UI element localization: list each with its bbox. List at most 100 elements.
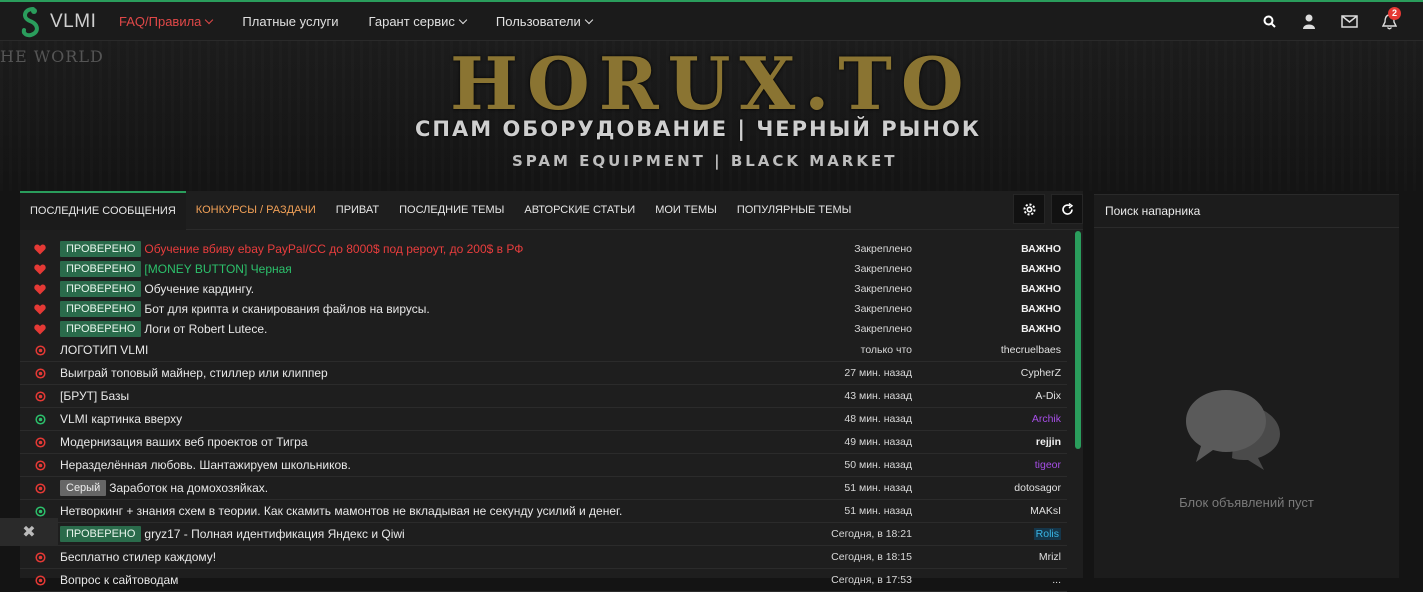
thread-title[interactable]: Выиграй топовый майнер, стиллер или клип…: [60, 366, 1067, 380]
prefix-tag[interactable]: ПРОВЕРЕНО: [60, 301, 142, 317]
thread-title[interactable]: Нетворкинг + знания схем в теории. Как с…: [60, 504, 1067, 518]
prefix-tag[interactable]: ПРОВЕРЕНО: [60, 241, 142, 257]
thread-row[interactable]: ЛОГОТИП VLMI только что thecruelbaes: [20, 339, 1067, 362]
thread-author[interactable]: dotosagor: [1014, 482, 1061, 494]
gear-icon: [1023, 203, 1035, 215]
thread-title[interactable]: Заработок на домохозяйках.: [109, 481, 1067, 495]
tab-4[interactable]: АВТОРСКИЕ СТАТЬИ: [514, 191, 645, 230]
thread-row[interactable]: Нетворкинг + знания схем в теории. Как с…: [20, 500, 1067, 523]
thread-row[interactable]: Вопрос к сайтоводам Сегодня, в 17:53...: [20, 569, 1067, 592]
settings-button[interactable]: [1013, 194, 1045, 224]
thread-title[interactable]: Обучение вбиву ebay PayPal/CC до 8000$ п…: [144, 242, 1067, 256]
thread-author[interactable]: A-Dix: [1035, 390, 1061, 402]
thread-title[interactable]: Модернизация ваших веб проектов от Тигра: [60, 435, 1067, 449]
tab-1[interactable]: КОНКУРСЫ / РАЗДАЧИ: [186, 191, 326, 230]
thread-author[interactable]: Archik: [1032, 413, 1061, 425]
thread-author[interactable]: ВАЖНО: [1021, 323, 1061, 335]
thread-author[interactable]: rejjin: [1036, 436, 1061, 448]
nav-item-label: FAQ/Правила: [119, 14, 202, 29]
thread-row[interactable]: ПРОВЕРЕНО Обучение кардингу. Закреплено ВАЖ…: [20, 279, 1067, 299]
site-banner: HE WORLD HORUX.TO СПАМ ОБОРУДОВАНИЕ | ЧЕ…: [0, 41, 1423, 191]
thread-author[interactable]: thecruelbaes: [1001, 344, 1061, 356]
thread-title[interactable]: VLMI картинка вверху: [60, 412, 1067, 426]
heart-icon: [20, 264, 60, 275]
thread-time: Закреплено: [854, 283, 912, 295]
prefix-tag[interactable]: ПРОВЕРЕНО: [60, 281, 142, 297]
thread-time: Сегодня, в 18:21: [831, 528, 912, 540]
thread-row[interactable]: ПРОВЕРЕНО Бот для крипта и сканирования ф…: [20, 299, 1067, 319]
thread-author[interactable]: Mrizl: [1039, 551, 1061, 563]
thread-time: Сегодня, в 17:53: [831, 574, 912, 586]
prefix-tag[interactable]: Серый: [60, 480, 107, 496]
thread-row[interactable]: VLMI картинка вверху 48 мин. назад Archik: [20, 408, 1067, 431]
site-logo[interactable]: VLMI: [18, 6, 96, 38]
main-nav: FAQ/Правила Платные услуги Гарант сервис По…: [119, 2, 622, 41]
thread-list-scrollbar[interactable]: [1075, 231, 1081, 449]
thread-time: 51 мин. назад: [844, 482, 912, 494]
thread-title[interactable]: Бот для крипта и сканирования файлов на …: [144, 302, 1067, 316]
snake-logo-icon: [21, 7, 39, 38]
thread-author[interactable]: tigeor: [1035, 459, 1061, 471]
thread-time: Закреплено: [854, 263, 912, 275]
thread-author[interactable]: ВАЖНО: [1021, 243, 1061, 255]
thread-row[interactable]: Выиграй топовый майнер, стиллер или клип…: [20, 362, 1067, 385]
unread-dot-icon: [20, 574, 60, 586]
thread-title[interactable]: Вопрос к сайтоводам: [60, 573, 1067, 587]
chevron-down-icon: [584, 15, 594, 25]
thread-author[interactable]: ВАЖНО: [1021, 263, 1061, 275]
thread-row[interactable]: Модернизация ваших веб проектов от Тигра…: [20, 431, 1067, 454]
thread-time: Закреплено: [854, 243, 912, 255]
thread-row[interactable]: Неразделённая любовь. Шантажируем школьн…: [20, 454, 1067, 477]
tab-3[interactable]: ПОСЛЕДНИЕ ТЕМЫ: [389, 191, 514, 230]
close-icon[interactable]: ✖: [0, 518, 58, 546]
search-icon[interactable]: [1249, 15, 1289, 28]
thread-title[interactable]: Бесплатно стилер каждому!: [60, 550, 1067, 564]
thread-title[interactable]: ЛОГОТИП VLMI: [60, 343, 1067, 357]
read-dot-icon: [20, 413, 60, 425]
sidebar-title: Поиск напарника: [1094, 195, 1399, 228]
bell-icon[interactable]: 2: [1369, 6, 1409, 30]
thread-author[interactable]: ...: [1052, 574, 1061, 586]
tab-2[interactable]: ПРИВАТ: [326, 191, 389, 230]
prefix-tag[interactable]: ПРОВЕРЕНО: [60, 526, 142, 542]
tab-5[interactable]: МОИ ТЕМЫ: [645, 191, 727, 230]
thread-title[interactable]: Неразделённая любовь. Шантажируем школьн…: [60, 458, 1067, 472]
tab-0[interactable]: ПОСЛЕДНИЕ СООБЩЕНИЯ: [20, 190, 186, 230]
tab-6[interactable]: ПОПУЛЯРНЫЕ ТЕМЫ: [727, 191, 862, 230]
nav-item-3[interactable]: Пользователи: [496, 14, 594, 29]
banner-subtitle-ru: СПАМ ОБОРУДОВАНИЕ | ЧЕРНЫЙ РЫНОК: [415, 117, 982, 141]
thread-row[interactable]: ПРОВЕРЕНО Логи от Robert Lutece. Закреплен…: [20, 319, 1067, 339]
thread-title[interactable]: Логи от Robert Lutece.: [144, 322, 1067, 336]
notification-badge: 2: [1388, 6, 1401, 20]
threads-tabs: ПОСЛЕДНИЕ СООБЩЕНИЯ КОНКУРСЫ / РАЗДАЧИ ПРИ…: [20, 190, 1083, 230]
thread-title[interactable]: Обучение кардингу.: [144, 282, 1067, 296]
thread-row[interactable]: ПРОВЕРЕНО [MONEY BUTTON] Черная Закреплено…: [20, 259, 1067, 279]
thread-title[interactable]: gryz17 - Полная идентификация Яндекс и Q…: [144, 527, 1067, 541]
thread-author[interactable]: ВАЖНО: [1021, 303, 1061, 315]
prefix-tag[interactable]: ПРОВЕРЕНО: [60, 261, 142, 277]
heart-icon: [20, 244, 60, 255]
read-dot-icon: [20, 505, 60, 517]
thread-author[interactable]: CypherZ: [1021, 367, 1061, 379]
user-icon[interactable]: [1289, 14, 1329, 29]
thread-author[interactable]: MAKsI: [1030, 505, 1061, 517]
prefix-tag[interactable]: ПРОВЕРЕНО: [60, 321, 142, 337]
heart-icon: [20, 324, 60, 335]
thread-title[interactable]: [MONEY BUTTON] Черная: [144, 262, 1067, 276]
mail-icon[interactable]: [1329, 15, 1369, 28]
unread-dot-icon: [20, 482, 60, 494]
thread-title[interactable]: [БРУТ] Базы: [60, 389, 1067, 403]
thread-author[interactable]: Rolis: [1033, 528, 1061, 540]
nav-item-0[interactable]: FAQ/Правила: [119, 14, 214, 29]
nav-item-1[interactable]: Платные услуги: [242, 14, 338, 29]
heart-icon: [20, 304, 60, 315]
thread-author[interactable]: ВАЖНО: [1021, 283, 1061, 295]
thread-row[interactable]: ПРОВЕРЕНО Обучение вбиву ebay PayPal/CC д…: [20, 239, 1067, 259]
nav-item-2[interactable]: Гарант сервис: [369, 14, 468, 29]
thread-row[interactable]: Серый Заработок на домохозяйках. 51 мин. н…: [20, 477, 1067, 500]
thread-row[interactable]: [БРУТ] Базы 43 мин. назад A-Dix: [20, 385, 1067, 408]
thread-row[interactable]: Бесплатно стилер каждому! Сегодня, в 18:1…: [20, 546, 1067, 569]
refresh-button[interactable]: [1051, 194, 1083, 224]
thread-row[interactable]: ПРОВЕРЕНО gryz17 - Полная идентификация Я…: [20, 523, 1067, 546]
banner-world-text: HE WORLD: [0, 47, 104, 66]
